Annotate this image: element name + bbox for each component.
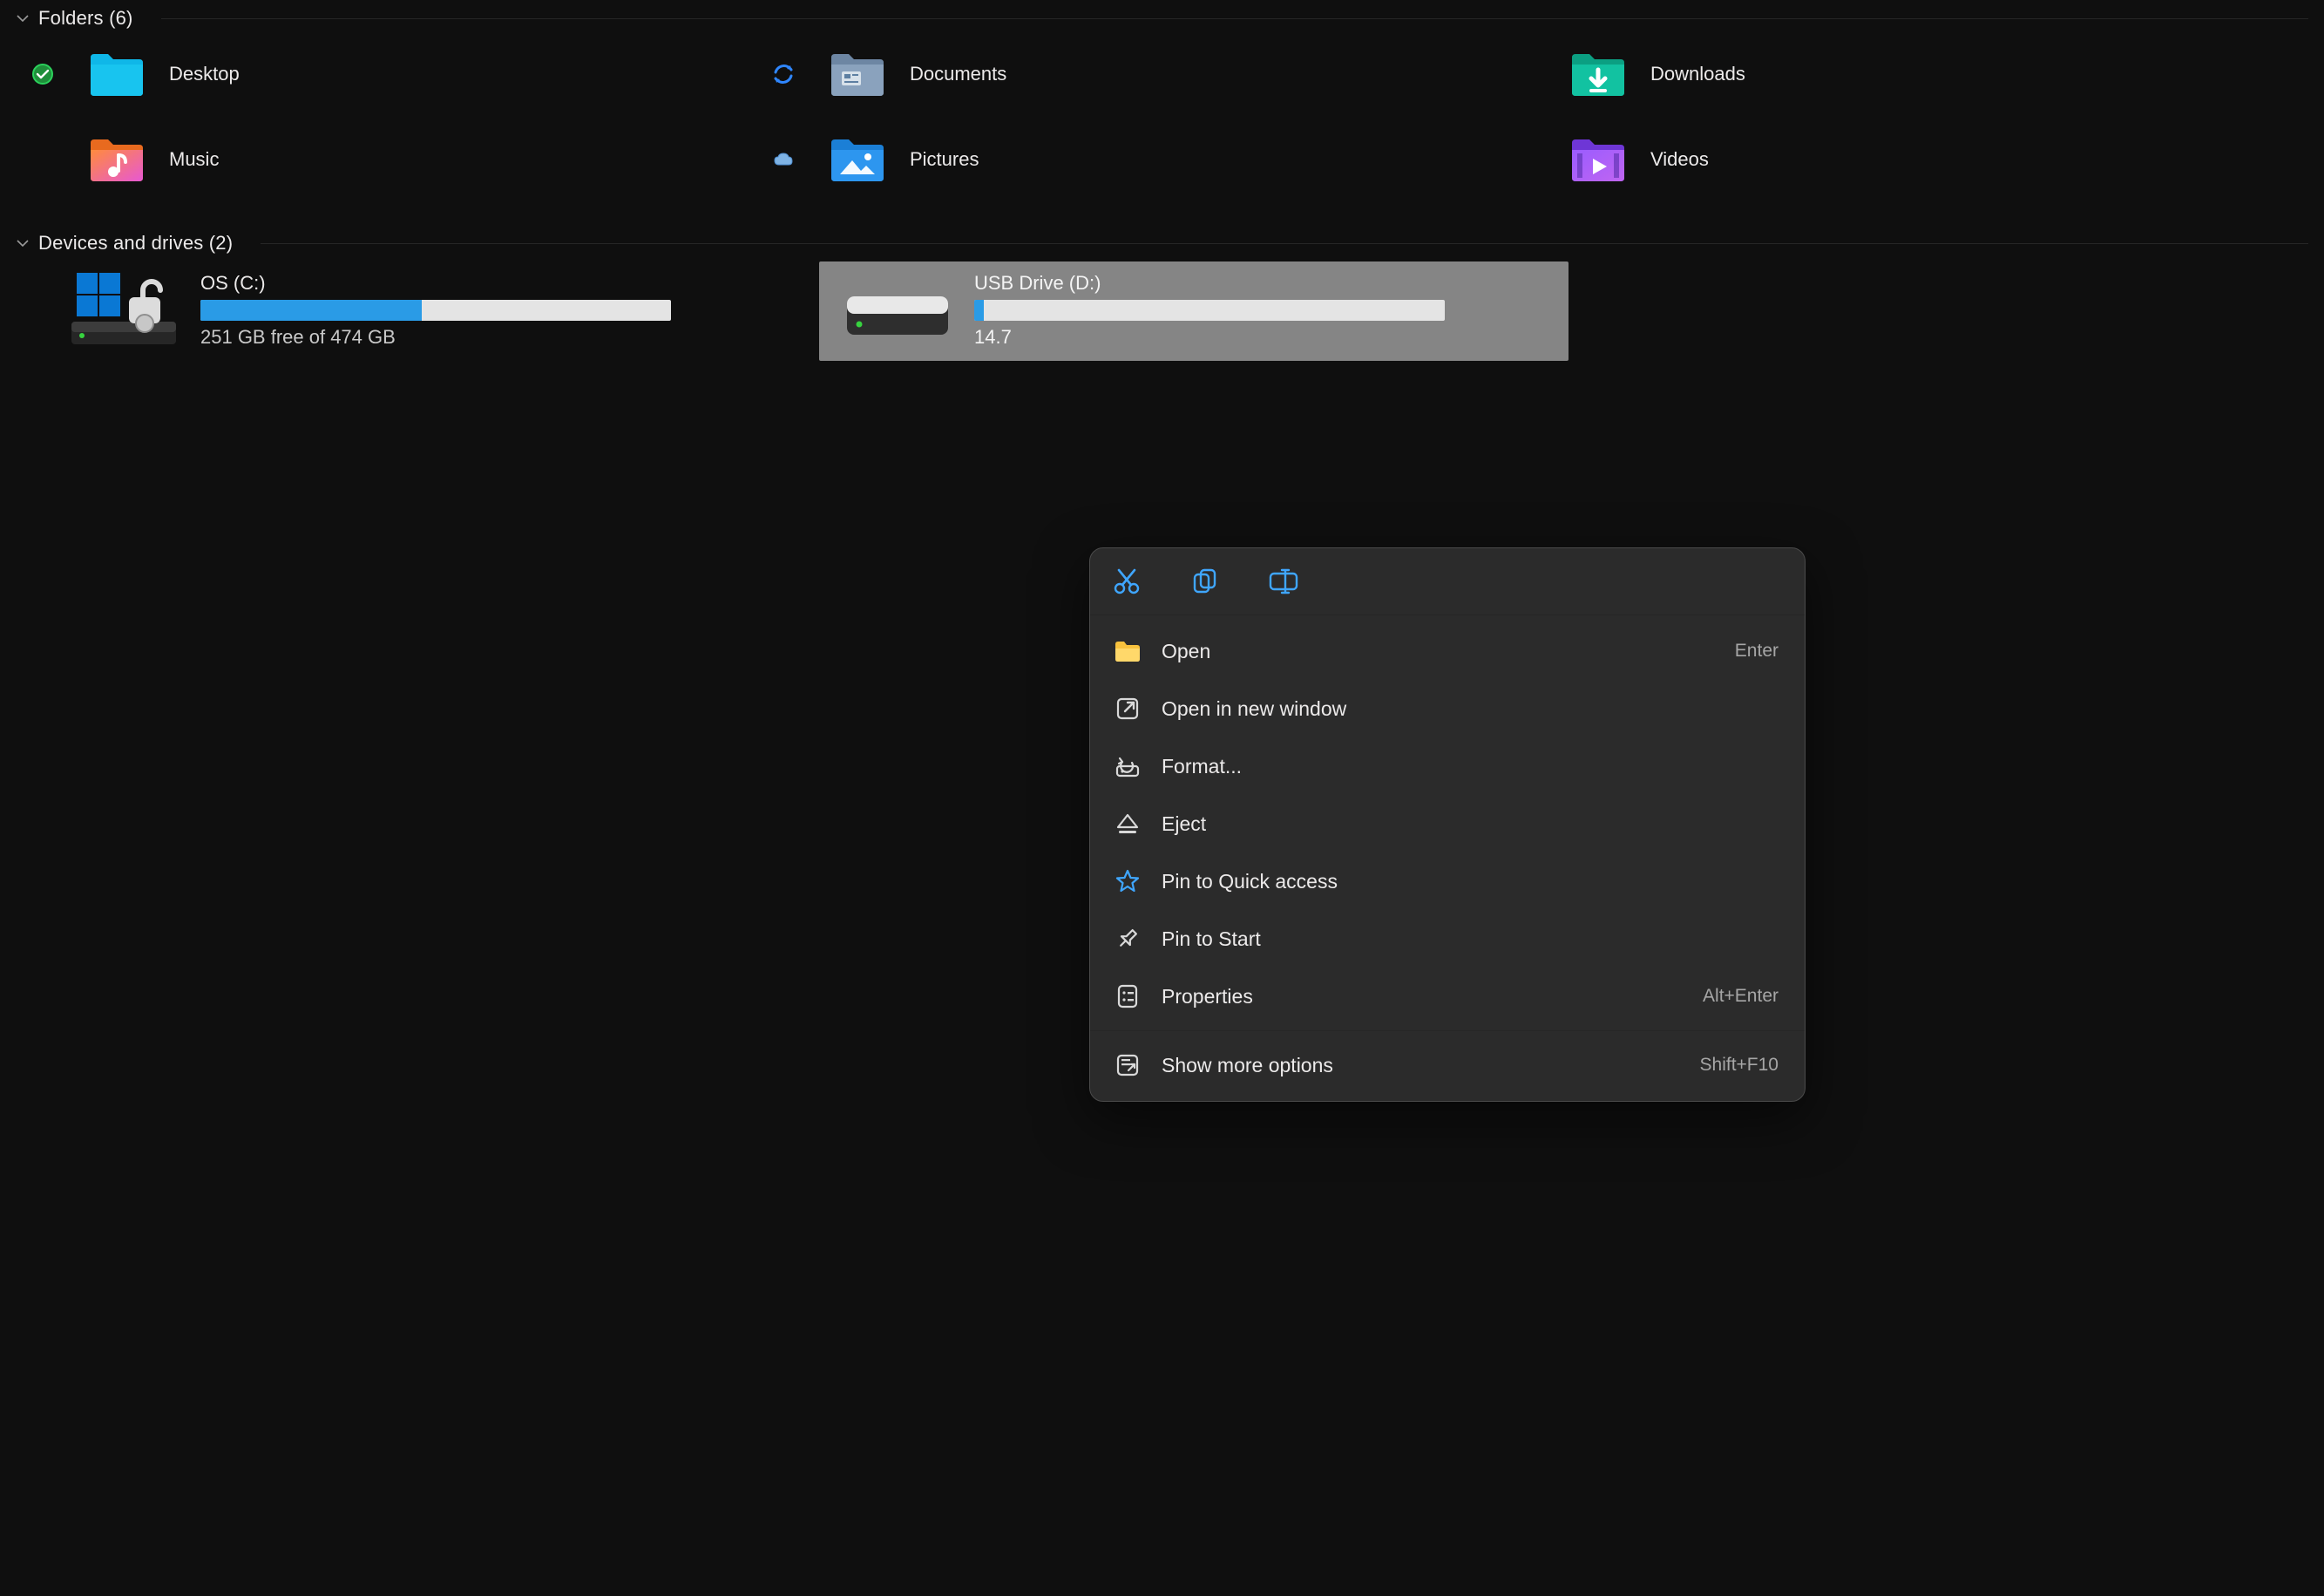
status-cloud-icon xyxy=(758,146,809,173)
drive-capacity-bar xyxy=(974,300,1445,321)
folder-label: Desktop xyxy=(169,63,240,85)
cut-icon[interactable] xyxy=(1111,566,1142,597)
chevron-down-icon xyxy=(16,236,30,250)
menu-shortcut: Alt+Enter xyxy=(1703,986,1779,1007)
menu-label: Pin to Quick access xyxy=(1162,870,1759,893)
drives-section: Devices and drives (2) xyxy=(0,225,2324,361)
menu-separator xyxy=(1090,1030,1805,1031)
folders-header[interactable]: Folders (6) xyxy=(0,0,2324,37)
menu-label: Show more options xyxy=(1162,1054,1681,1077)
menu-shortcut: Enter xyxy=(1735,641,1779,662)
folder-item-music[interactable]: Music xyxy=(17,134,758,185)
folder-documents-icon xyxy=(830,51,885,98)
folders-section: Folders (6) Desktop xyxy=(0,0,2324,211)
drive-subtext: 14.7 xyxy=(974,326,1551,349)
drive-os-icon xyxy=(63,270,185,349)
open-window-icon xyxy=(1113,694,1142,723)
header-rule xyxy=(161,18,2308,19)
folder-item-pictures[interactable]: Pictures xyxy=(758,134,1499,185)
context-menu: Open Enter Open in new window xyxy=(1089,547,1806,1102)
pin-star-icon xyxy=(1113,866,1142,896)
folders-grid: Desktop xyxy=(0,37,2324,211)
menu-eject[interactable]: Eject xyxy=(1090,795,1805,852)
folder-label: Pictures xyxy=(910,148,979,171)
drives-section-title: Devices and drives (2) xyxy=(38,232,233,255)
header-rule xyxy=(261,243,2308,244)
status-none xyxy=(17,146,68,173)
folder-item-downloads[interactable]: Downloads xyxy=(1499,49,2239,99)
rename-icon[interactable] xyxy=(1268,566,1299,597)
status-none xyxy=(1499,146,1549,173)
context-toolbar xyxy=(1090,548,1805,615)
menu-label: Eject xyxy=(1162,812,1759,836)
copy-icon[interactable] xyxy=(1189,566,1221,597)
folder-item-desktop[interactable]: Desktop xyxy=(17,49,758,99)
menu-label: Open xyxy=(1162,640,1716,663)
folder-label: Documents xyxy=(910,63,1006,85)
status-synced-icon xyxy=(17,60,68,88)
chevron-down-icon xyxy=(16,11,30,25)
menu-pin-quick-access[interactable]: Pin to Quick access xyxy=(1090,852,1805,910)
drives-header[interactable]: Devices and drives (2) xyxy=(0,225,2324,261)
drive-name: USB Drive (D:) xyxy=(974,270,1551,295)
menu-label: Format... xyxy=(1162,755,1759,778)
folder-item-documents[interactable]: Documents xyxy=(758,49,1499,99)
folder-videos-icon xyxy=(1570,136,1626,183)
folder-desktop-icon xyxy=(89,51,145,98)
menu-label: Open in new window xyxy=(1162,697,1759,721)
folder-label: Downloads xyxy=(1650,63,1745,85)
menu-label: Pin to Start xyxy=(1162,927,1759,951)
menu-properties[interactable]: Properties Alt+Enter xyxy=(1090,968,1805,1025)
drive-os[interactable]: OS (C:) 251 GB free of 474 GB xyxy=(45,261,798,361)
status-none xyxy=(1499,60,1549,88)
menu-label: Properties xyxy=(1162,985,1684,1009)
drives-row: OS (C:) 251 GB free of 474 GB USB Drive … xyxy=(0,261,2324,361)
folder-pictures-icon xyxy=(830,136,885,183)
drive-name: OS (C:) xyxy=(200,270,781,295)
format-icon xyxy=(1113,751,1142,781)
menu-shortcut: Shift+F10 xyxy=(1700,1055,1779,1076)
drive-usb[interactable]: USB Drive (D:) 14.7 xyxy=(819,261,1569,361)
properties-icon xyxy=(1113,981,1142,1011)
folder-label: Music xyxy=(169,148,219,171)
open-folder-icon xyxy=(1113,636,1142,666)
pin-icon xyxy=(1113,924,1142,954)
folder-music-icon xyxy=(89,136,145,183)
menu-show-more-options[interactable]: Show more options Shift+F10 xyxy=(1090,1036,1805,1094)
more-options-icon xyxy=(1113,1050,1142,1080)
folder-label: Videos xyxy=(1650,148,1709,171)
menu-open[interactable]: Open Enter xyxy=(1090,622,1805,680)
drive-capacity-bar xyxy=(200,300,671,321)
eject-icon xyxy=(1113,809,1142,839)
context-menu-items: Open Enter Open in new window xyxy=(1090,615,1805,1101)
drive-subtext: 251 GB free of 474 GB xyxy=(200,326,781,349)
menu-open-new-window[interactable]: Open in new window xyxy=(1090,680,1805,737)
menu-pin-to-start[interactable]: Pin to Start xyxy=(1090,910,1805,968)
status-refresh-icon xyxy=(758,60,809,88)
drive-usb-icon xyxy=(837,270,959,349)
folder-downloads-icon xyxy=(1570,51,1626,98)
menu-format[interactable]: Format... xyxy=(1090,737,1805,795)
folders-section-title: Folders (6) xyxy=(38,7,133,30)
folder-item-videos[interactable]: Videos xyxy=(1499,134,2239,185)
